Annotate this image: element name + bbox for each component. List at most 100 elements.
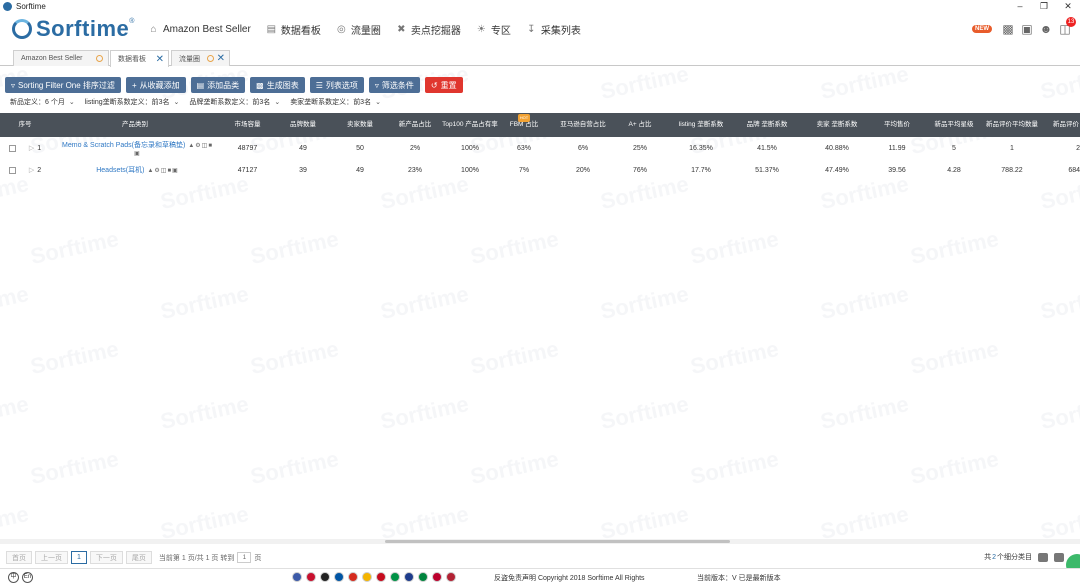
expand-icon[interactable]: ▷ (29, 144, 34, 152)
app-header: Sorftime ® ⌂ Amazon Best Seller ▤ 数据看板 ◎ 流量… (0, 12, 1080, 48)
category-link[interactable]: Headsets(耳机) (96, 165, 144, 175)
list-options-button[interactable]: ☰ 列表选项 (309, 77, 364, 93)
watermark-text: Sorftime (908, 226, 1001, 270)
brand-count-cell: 49 (299, 144, 307, 152)
horizontal-scrollbar[interactable] (0, 539, 1080, 544)
col-header-fbm-ratio[interactable]: HOT FBM 占比 (503, 113, 545, 137)
header-actions: NEW ▩ ▣ ☻ ◫ 13 (972, 17, 1076, 36)
col-header-avg-price[interactable]: 平均售价 (877, 113, 917, 137)
marketplace-flag-icon[interactable] (390, 572, 400, 582)
monitor-icon[interactable]: ▣ (1020, 22, 1034, 36)
nav-amazon-best-seller[interactable]: ⌂ Amazon Best Seller (148, 22, 250, 37)
category-action-icons[interactable]: ▲⚙◫■▣ (147, 167, 178, 174)
category-action-icons[interactable]: ▲⚙◫■ (188, 143, 213, 149)
add-from-favorites-button[interactable]: + 从收藏添加 (125, 77, 186, 93)
restore-button[interactable]: ❐ (1032, 0, 1056, 12)
marketplace-flag-icon[interactable] (362, 572, 372, 582)
lang-chinese-button[interactable]: 中 (8, 572, 19, 583)
app-icon (3, 1, 12, 11)
sort-filter-button[interactable]: ▿ Sorting Filter One 排序过滤 (5, 77, 121, 93)
nav-zone[interactable]: ☀ 专区 (476, 22, 511, 37)
avg-price-cell: 11.99 (888, 144, 906, 152)
col-header-brand-count[interactable]: 品牌数量 (280, 113, 326, 137)
col-header-amazon-self-ratio[interactable]: 亚马逊自营占比 (552, 113, 614, 137)
expand-icon[interactable]: ▷ (29, 166, 34, 174)
first-page-button[interactable]: 首页 (6, 551, 32, 564)
page-1-button[interactable]: 1 (71, 551, 87, 564)
marketplace-flag-icon[interactable] (348, 572, 358, 582)
listing-monopoly-definition-select[interactable]: listing垄断系数定义： 前3名 ⌄ (85, 97, 180, 107)
col-header-top100-share[interactable]: Top100 产品占有率 (441, 113, 499, 137)
generate-chart-button[interactable]: ▩ 生成图表 (250, 77, 305, 93)
funnel-icon: ▿ (374, 80, 379, 90)
col-header-index[interactable]: 序号 (10, 113, 40, 137)
page-info: 当前第 1 页/共 1 页 转到 (158, 554, 235, 562)
row-checkbox[interactable] (6, 136, 18, 160)
watermark-text: Sorftime (248, 226, 341, 270)
close-window-button[interactable]: ✕ (1056, 0, 1080, 12)
nav-data-board[interactable]: ▤ 数据看板 (266, 22, 321, 37)
user-icon[interactable]: ☻ (1039, 22, 1053, 36)
video-icon[interactable] (1038, 552, 1048, 562)
col-header-seller-count[interactable]: 卖家数量 (337, 113, 383, 137)
nav-label: 流量圈 (350, 26, 381, 37)
row-checkbox[interactable] (6, 158, 18, 182)
nav-label: 专区 (490, 26, 511, 37)
marketplace-flag-icon[interactable] (404, 572, 414, 582)
col-header-brand-monopoly[interactable]: 品牌 垄断系数 (738, 113, 796, 137)
camera-icon[interactable] (1054, 552, 1064, 562)
watermark-text: Sorftime (28, 446, 121, 490)
brand-logo[interactable]: Sorftime ® (12, 15, 134, 43)
add-category-button[interactable]: ▤ 添加品类 (190, 77, 246, 93)
col-header-listing-monopoly[interactable]: listing 垄断系数 (670, 113, 732, 137)
seller-count-cell: 50 (356, 144, 364, 152)
col-header-new-product-ratio[interactable]: 新产品占比 (390, 113, 440, 137)
close-tab-icon[interactable]: ✕ (217, 53, 225, 64)
nav-traffic-circle[interactable]: ◎ 流量圈 (336, 22, 381, 37)
prev-page-button[interactable]: 上一页 (35, 551, 68, 564)
minimize-button[interactable]: – (1008, 0, 1032, 12)
goto-page-input[interactable]: 1 (237, 552, 252, 563)
marketplace-flag-icon[interactable] (446, 572, 456, 582)
col-header-aplus-ratio[interactable]: A+ 占比 (620, 113, 660, 137)
loading-icon (206, 55, 214, 62)
close-tab-icon[interactable]: ✕ (156, 54, 164, 65)
cart-icon[interactable]: ◫ 13 (1058, 17, 1076, 36)
marketplace-flag-icon[interactable] (418, 572, 428, 582)
nav-label: 卖点挖掘器 (410, 26, 461, 37)
scrollbar-thumb[interactable] (385, 540, 730, 543)
marketplace-flag-icon[interactable] (306, 572, 316, 582)
tab-traffic-circle[interactable]: 流量圈 ✕ (171, 50, 230, 66)
seller-monopoly-definition-select[interactable]: 卖家垄断系数定义： 前3名 ⌄ (290, 97, 381, 107)
marketplace-flag-icon[interactable] (376, 572, 386, 582)
tab-amazon-best-seller[interactable]: Amazon Best Seller (13, 50, 109, 66)
category-link[interactable]: Memo & Scratch Pads(备忘录和草稿垫) (62, 142, 185, 149)
brand-monopoly-definition-select[interactable]: 品牌垄断系数定义： 前3名 ⌄ (189, 97, 280, 107)
marketplace-flag-icon[interactable] (334, 572, 344, 582)
button-label: 筛选条件 (381, 80, 414, 90)
share-icon[interactable]: ▣ (134, 150, 141, 157)
watermark-text: Sorftime (818, 391, 911, 435)
lang-english-button[interactable]: En (22, 572, 33, 583)
marketplace-flag-icon[interactable] (432, 572, 442, 582)
reset-button[interactable]: ↺ 重置 (424, 77, 463, 93)
seller-monopoly-cell: 40.88% (825, 144, 849, 152)
next-page-button[interactable]: 下一页 (89, 551, 123, 564)
new-product-definition-select[interactable]: 新品定义： 6 个月 ⌄ (10, 97, 75, 107)
listing-monopoly-cell: 17.7% (691, 166, 711, 174)
col-header-market-size[interactable]: 市场容量 (225, 113, 270, 137)
col-header-new-reviews[interactable]: 新品评价 (1046, 113, 1080, 137)
gift-icon[interactable]: ▩ (1001, 22, 1015, 36)
tab-data-board[interactable]: 数据看板 ✕ (110, 50, 169, 67)
marketplace-flag-icon[interactable] (320, 572, 330, 582)
last-page-button[interactable]: 尾页 (125, 551, 152, 564)
col-header-seller-monopoly[interactable]: 卖家 垄断系数 (806, 113, 868, 137)
col-header-new-avg-reviews[interactable]: 新品评价平均数量 (980, 113, 1044, 137)
col-header-new-avg-rating[interactable]: 新品平均星级 (926, 113, 982, 137)
nav-collect-list[interactable]: ↧ 采集列表 (526, 22, 581, 37)
marketplace-flag-icon[interactable] (292, 572, 302, 582)
filter-conditions-button[interactable]: ▿ 筛选条件 (368, 77, 420, 93)
col-header-category[interactable]: 产品类别 (45, 113, 225, 137)
watermark-text: Sorftime (248, 446, 341, 490)
nav-selling-point-miner[interactable]: ✖ 卖点挖掘器 (396, 22, 461, 37)
